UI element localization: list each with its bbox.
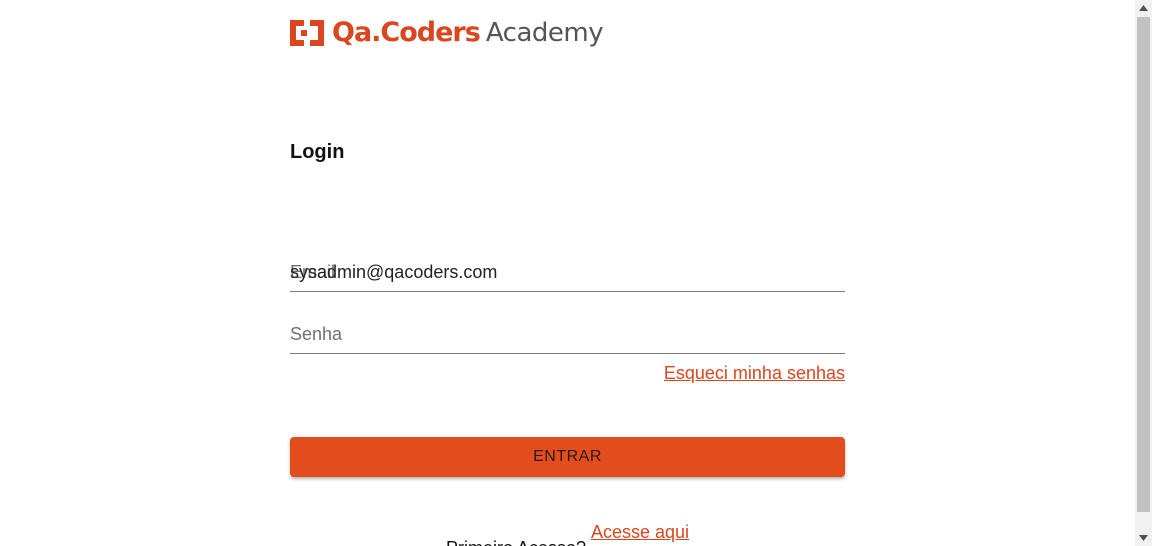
email-value[interactable]: sysadmin@qacoders.com [290,262,497,283]
logo-sub-text: Academy [485,18,604,48]
first-access-text: Primeiro Acesso? [446,538,586,546]
email-field[interactable]: Email sysadmin@qacoders.com [290,254,845,292]
logo-icon [290,20,324,46]
scrollbar-thumb[interactable] [1137,17,1150,512]
scroll-down-icon[interactable] [1135,530,1152,546]
password-label: Senha [290,324,343,344]
submit-button[interactable]: ENTRAR [290,437,845,477]
scroll-up-icon[interactable] [1135,0,1152,16]
page-title: Login [290,141,345,163]
access-here-link[interactable]: Acesse aqui [591,522,689,543]
forgot-password-link[interactable]: Esqueci minha senhas [664,363,845,384]
vertical-scrollbar[interactable] [1135,0,1152,546]
logo-brand-text: Qa.Coders [332,17,481,48]
brand-logo: Qa.Coders Academy [290,16,604,50]
password-field[interactable]: Senha [290,316,845,354]
